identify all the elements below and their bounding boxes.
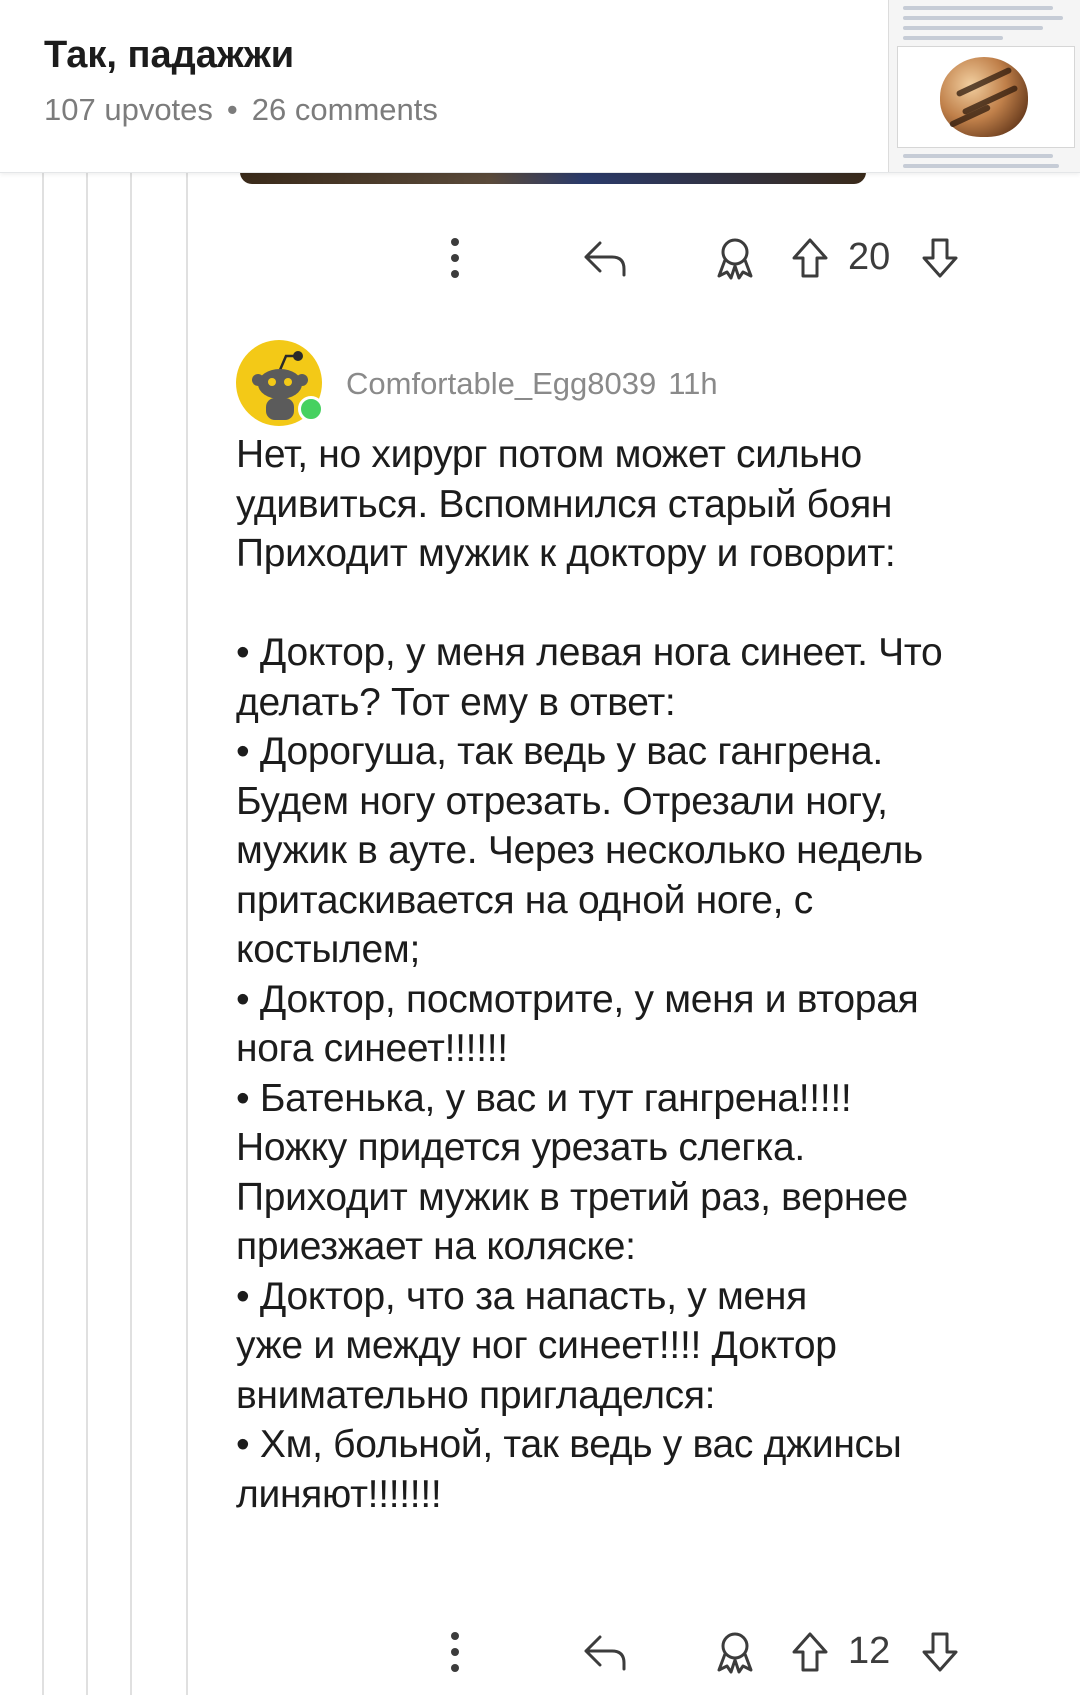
comment-line: приезжает на коляске:	[236, 1225, 636, 1268]
comment-line: линяют!!!!!!!	[236, 1472, 442, 1516]
reply-icon[interactable]	[575, 1622, 635, 1682]
previous-comment-image	[240, 172, 866, 184]
comment-line: • Дорогуша, так ведь у вас гангрена.	[236, 730, 883, 773]
thread-line[interactable]	[42, 172, 44, 1695]
comment-count: 26 comments	[251, 92, 438, 127]
award-icon[interactable]	[705, 228, 765, 288]
comment-line: внимательно пригладелся:	[236, 1373, 716, 1417]
comment-line: мужик в ауте. Через несколько недель	[236, 829, 923, 872]
upvote-icon[interactable]	[785, 1622, 835, 1682]
comment-line: нога синеет!!!!!!	[236, 1027, 508, 1070]
comment-line: • Батенька, у вас и тут гангрена!!!!!	[236, 1076, 852, 1120]
downvote-icon[interactable]	[915, 1622, 965, 1682]
more-icon[interactable]	[440, 1622, 470, 1682]
comment-line: делать? Тот ему в ответ:	[236, 680, 676, 724]
comment-line: Приходит мужик в третий раз, вернее	[236, 1175, 908, 1219]
comment-line: • Доктор, что за напасть, у меня	[236, 1274, 807, 1318]
avatar[interactable]	[236, 340, 324, 426]
comment-line: уже и между ног синеет!!!! Доктор	[236, 1324, 837, 1367]
meta-separator: •	[226, 92, 238, 127]
thread-line[interactable]	[186, 172, 188, 1695]
upvote-count: 107 upvotes	[44, 92, 213, 127]
comment-line: Нет, но хирург потом может сильно	[236, 433, 862, 476]
comment-line: удивиться. Вспомнился старый боян	[236, 482, 893, 526]
comment-line: Будем ногу отрезать. Отрезали ногу,	[236, 779, 888, 823]
thread-line[interactable]	[130, 172, 132, 1695]
comment-line: • Хм, больной, так ведь у вас джинсы	[236, 1423, 902, 1466]
comment-line: Приходит мужик к доктору и говорит:	[236, 532, 896, 575]
comment-line: Ножку придется урезать слегка.	[236, 1126, 805, 1169]
upvote-icon[interactable]	[785, 228, 835, 288]
comment-line: • Доктор, у меня левая нога синеет. Что	[236, 631, 943, 674]
downvote-icon[interactable]	[915, 228, 965, 288]
comment-line: притаскивается на одной ноге, с	[236, 878, 813, 922]
thread-line[interactable]	[86, 172, 88, 1695]
comment-age: 11h	[668, 366, 718, 401]
comment-body: Нет, но хирург потом может сильно удивит…	[236, 430, 1056, 1519]
comment-blank-line	[236, 579, 1056, 629]
more-icon[interactable]	[440, 228, 470, 288]
comment-author-line: Comfortable_Egg8039 11h	[346, 366, 718, 402]
comment-actions: 12	[440, 1622, 1060, 1682]
online-indicator	[298, 396, 324, 422]
vote-count: 12	[848, 1630, 891, 1672]
comment-actions: 20	[440, 228, 1060, 288]
reply-icon[interactable]	[575, 228, 635, 288]
post-title: Так, падажжи	[44, 34, 295, 76]
comment-line: костылем;	[236, 928, 420, 971]
post-header[interactable]: Так, падажжи 107 upvotes • 26 comments	[0, 0, 1080, 173]
thumbnail-egg-image	[897, 46, 1075, 148]
post-meta: 107 upvotes • 26 comments	[44, 92, 438, 128]
username[interactable]: Comfortable_Egg8039	[346, 366, 656, 401]
vote-count: 20	[848, 236, 891, 278]
post-thumbnail[interactable]	[888, 0, 1080, 172]
award-icon[interactable]	[705, 1622, 765, 1682]
comment-line: • Доктор, посмотрите, у меня и вторая	[236, 977, 919, 1021]
